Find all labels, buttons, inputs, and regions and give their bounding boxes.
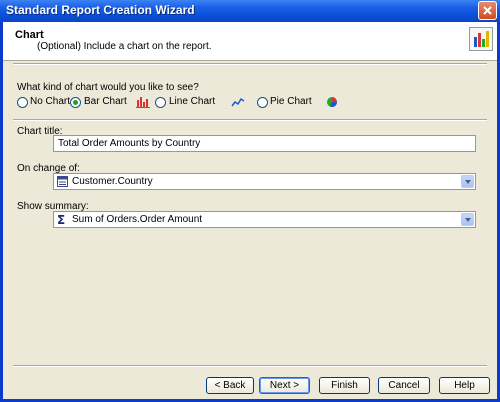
- pie-chart-radio[interactable]: [257, 97, 268, 108]
- no-chart-radio[interactable]: [17, 97, 28, 108]
- page-subtitle: (Optional) Include a chart on the report…: [37, 41, 212, 52]
- chart-title-input[interactable]: Total Order Amounts by Country: [53, 135, 476, 152]
- bar-chart-label[interactable]: Bar Chart: [84, 96, 127, 107]
- line-chart-icon: [231, 97, 245, 107]
- page-title: Chart: [15, 29, 44, 41]
- next-button[interactable]: Next >: [259, 377, 310, 394]
- finish-button[interactable]: Finish: [319, 377, 370, 394]
- title-bar[interactable]: Standard Report Creation Wizard: [0, 0, 500, 22]
- pie-chart-label[interactable]: Pie Chart: [270, 96, 312, 107]
- show-summary-dropdown[interactable]: Σ Sum of Orders.Order Amount: [53, 211, 476, 228]
- line-chart-radio[interactable]: [155, 97, 166, 108]
- close-button[interactable]: [478, 1, 497, 20]
- window-title: Standard Report Creation Wizard: [6, 3, 195, 17]
- on-change-of-value: Customer.Country: [72, 176, 153, 187]
- on-change-of-dropdown[interactable]: Customer.Country: [53, 173, 476, 190]
- pie-chart-icon: [327, 97, 338, 107]
- header-divider: [13, 63, 487, 65]
- chart-type-question: What kind of chart would you like to see…: [17, 82, 199, 93]
- show-summary-value: Sum of Orders.Order Amount: [72, 214, 203, 225]
- cancel-button[interactable]: Cancel: [378, 377, 430, 394]
- database-field-icon: [57, 176, 68, 187]
- back-button[interactable]: < Back: [206, 377, 254, 394]
- bar-chart-icon: [136, 97, 150, 108]
- on-change-of-dropdown-arrow[interactable]: [461, 175, 474, 188]
- line-chart-label[interactable]: Line Chart: [169, 96, 215, 107]
- sum-icon: Σ: [57, 214, 65, 225]
- wizard-window: Standard Report Creation Wizard Chart (O…: [0, 0, 500, 402]
- chart-wizard-icon: [469, 27, 493, 51]
- show-summary-dropdown-arrow[interactable]: [461, 213, 474, 226]
- help-button[interactable]: Help: [439, 377, 490, 394]
- wizard-body: Chart (Optional) Include a chart on the …: [3, 22, 497, 399]
- bar-chart-radio[interactable]: [70, 97, 81, 108]
- no-chart-label[interactable]: No Chart: [30, 96, 70, 107]
- svg-text:Σ: Σ: [57, 214, 65, 225]
- section-divider-1: [13, 119, 487, 121]
- wizard-header: Chart (Optional) Include a chart on the …: [3, 22, 497, 61]
- footer-divider: [13, 365, 487, 367]
- close-icon: [483, 6, 492, 15]
